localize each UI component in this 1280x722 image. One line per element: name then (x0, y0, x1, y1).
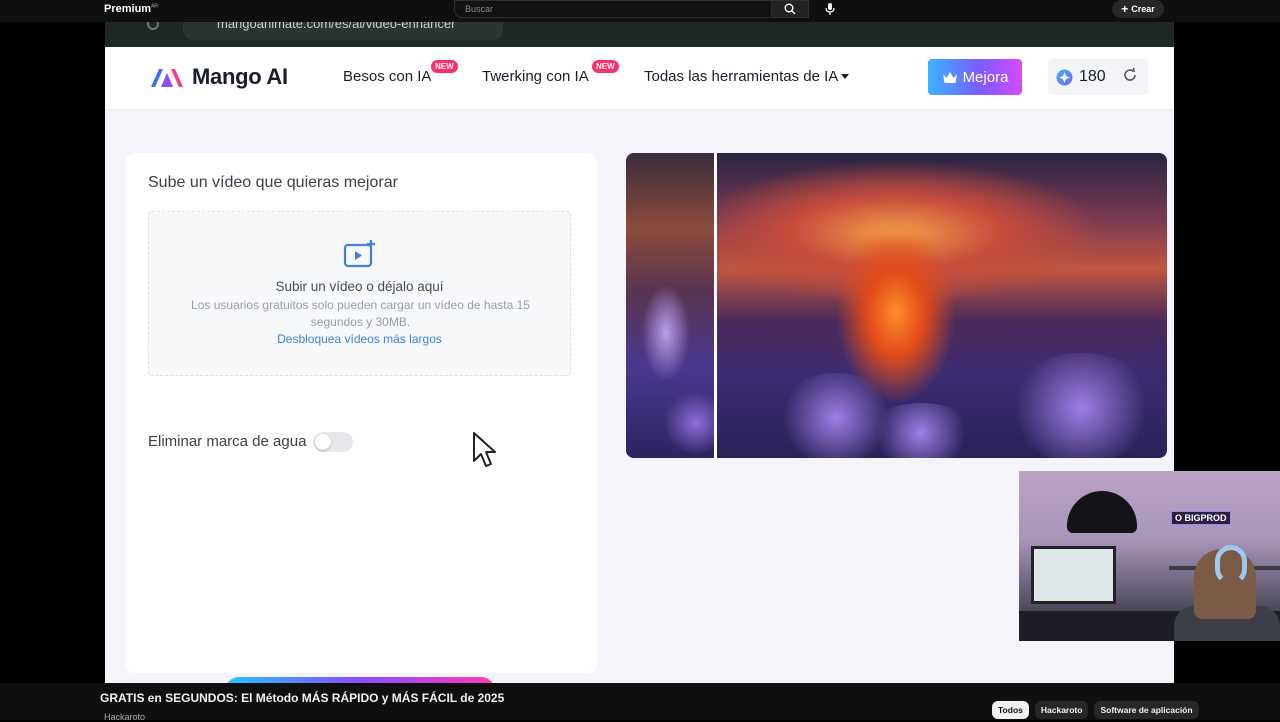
youtube-voice-search-button[interactable] (818, 0, 842, 18)
credits-count: 180 (1079, 68, 1106, 85)
upload-panel: Sube un vídeo que quieras mejorar Subir … (125, 153, 597, 673)
video-upload-icon (343, 240, 375, 268)
youtube-search-button[interactable] (771, 0, 809, 18)
video-drop-zone[interactable]: Subir un vídeo o déjalo aquí Los usuario… (148, 211, 571, 376)
logo-text: Mango AI (192, 64, 288, 89)
microphone-arm (1067, 491, 1137, 533)
youtube-logo-text: Premium (104, 3, 152, 15)
credit-coin-icon (1056, 69, 1073, 85)
upgrade-button[interactable]: Mejora (928, 59, 1022, 95)
upload-title: Sube un vídeo que quieras mejorar (148, 174, 398, 191)
search-icon (784, 3, 796, 15)
nav-besos-con-ia[interactable]: Besos con IA NEW (343, 60, 458, 85)
youtube-create-button[interactable]: + Crear (1112, 0, 1164, 18)
headset (1215, 545, 1247, 585)
caret-down-icon (841, 74, 850, 79)
mango-logo-icon (151, 69, 183, 87)
neon-sign: O BIGPROD (1171, 511, 1231, 525)
nav-label: Todas las herramientas de IA (644, 68, 839, 85)
crown-icon (942, 71, 957, 83)
new-badge: NEW (592, 60, 619, 73)
chip-todos[interactable]: Todos (992, 701, 1029, 719)
remove-watermark-label: Eliminar marca de agua (148, 433, 307, 450)
channel-name[interactable]: Hackaroto (104, 712, 145, 722)
microphone-icon (825, 3, 835, 15)
comparison-slider-handle[interactable] (714, 153, 717, 458)
before-after-preview[interactable] (626, 153, 1167, 458)
monitor (1031, 546, 1116, 604)
youtube-region: AR (151, 3, 159, 10)
nav-all-ai-tools[interactable]: Todas las herramientas de IA (644, 68, 850, 85)
mouse-cursor-icon (473, 432, 496, 467)
toggle-knob (315, 434, 331, 450)
chip-software[interactable]: Software de aplicación (1094, 701, 1199, 719)
drop-zone-main-text: Subir un vídeo o déjalo aquí (275, 279, 444, 294)
youtube-video-info-bar: GRATIS en SEGUNDOS: El Método MÁS RÁPIDO… (0, 683, 1280, 722)
streamer-webcam: O BIGPROD (1019, 471, 1280, 641)
youtube-logo[interactable]: PremiumAR (104, 3, 158, 15)
refresh-icon[interactable] (1122, 67, 1138, 83)
navbar-divider (105, 109, 1174, 111)
upgrade-label: Mejora (962, 68, 1009, 86)
video-frame: mangoanimate.com/es/ai/video-enhancer Ma… (105, 22, 1174, 683)
youtube-search-input[interactable]: Buscar (454, 0, 772, 18)
unlock-longer-videos-link[interactable]: Desbloquea vídeos más largos (149, 332, 570, 346)
create-label: Crear (1131, 4, 1155, 14)
preview-enhanced-side (626, 153, 715, 458)
remove-watermark-toggle[interactable] (313, 432, 353, 452)
site-navbar: Mango AI Besos con IA NEW Twerking con I… (105, 47, 1174, 109)
video-title: GRATIS en SEGUNDOS: El Método MÁS RÁPIDO… (100, 691, 505, 705)
nav-label: Twerking con IA (482, 68, 589, 85)
youtube-top-bar: PremiumAR Buscar + Crear (0, 0, 1280, 22)
nav-label: Besos con IA (343, 68, 432, 85)
chip-hackaroto[interactable]: Hackaroto (1034, 701, 1089, 719)
drop-zone-limits-text: Los usuarios gratuitos solo pueden carga… (191, 298, 530, 329)
browser-address-bar: mangoanimate.com/es/ai/video-enhancer (105, 22, 1174, 47)
nav-twerking-con-ia[interactable]: Twerking con IA NEW (482, 60, 619, 85)
related-chips: Todos Hackaroto Software de aplicación (992, 701, 1199, 719)
mango-ai-logo[interactable]: Mango AI (149, 64, 288, 90)
reload-icon[interactable] (147, 22, 159, 30)
preview-flowers (866, 403, 976, 458)
url-text: mangoanimate.com/es/ai/video-enhancer (217, 22, 456, 31)
plus-icon: + (1121, 2, 1129, 16)
preview-flowers (1006, 353, 1156, 458)
new-badge: NEW (431, 60, 458, 73)
